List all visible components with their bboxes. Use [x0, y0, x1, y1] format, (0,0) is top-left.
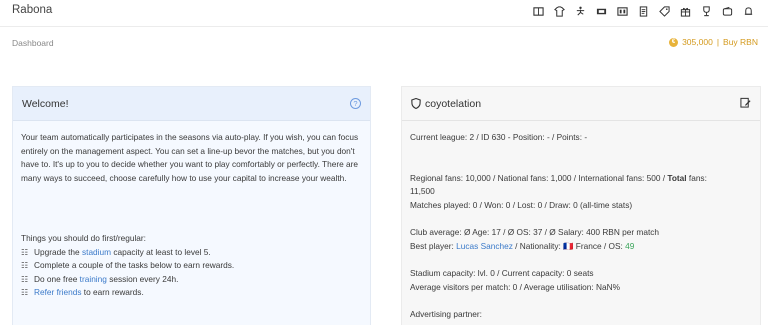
- fans-info: Regional fans: 10,000 / National fans: 1…: [410, 172, 707, 197]
- balance-display: € 305,000 | Buy RBN: [669, 37, 758, 47]
- club-card-header: coyotelation: [402, 87, 760, 121]
- film-icon[interactable]: [615, 4, 630, 18]
- refer-friends-link[interactable]: Refer friends: [34, 287, 82, 297]
- list-item: ☷ Complete a couple of the tasks below t…: [21, 259, 362, 273]
- advertising-info: Advertising partner:: [410, 309, 482, 319]
- kick-icon[interactable]: [573, 4, 588, 18]
- sub-header: Dashboard € 305,000 | Buy RBN: [0, 27, 768, 57]
- club-name: coyotelation: [425, 98, 482, 110]
- list-icon: ☷: [21, 274, 29, 284]
- stadium-link[interactable]: stadium: [82, 247, 111, 257]
- tasks-heading: Things you should do first/regular:: [21, 233, 146, 243]
- matches-info: Matches played: 0 / Won: 0 / Lost: 0 / D…: [410, 199, 633, 210]
- france-flag-icon: 🇫🇷: [563, 240, 574, 251]
- club-card-body: Current league: 2 / ID 630 - Position: -…: [402, 121, 760, 322]
- welcome-card-header: Welcome! ?: [13, 87, 370, 121]
- top-icon-menu: [531, 4, 756, 18]
- task-text: Do one free training session every 24h.: [34, 273, 179, 284]
- visitors-info: Average visitors per match: 0 / Average …: [410, 281, 620, 292]
- buy-rbn-link[interactable]: Buy RBN: [723, 37, 758, 47]
- club-average-info: Club average: Ø Age: 17 / Ø OS: 37 / Ø S…: [410, 227, 660, 237]
- list-item: ☷ Upgrade the stadium capacity at least …: [21, 246, 362, 260]
- welcome-title: Welcome!: [22, 98, 69, 110]
- balance-amount: 305,000: [682, 37, 713, 47]
- shirt-icon[interactable]: [552, 4, 567, 18]
- best-player-link[interactable]: Lucas Sanchez: [456, 241, 513, 251]
- top-navbar: Rabona: [0, 0, 768, 27]
- breadcrumb[interactable]: Dashboard: [12, 38, 54, 48]
- club-card: coyotelation Current league: 2 / ID 630 …: [401, 86, 761, 325]
- task-text: Complete a couple of the tasks below to …: [34, 260, 235, 270]
- list-item: ☷ Refer friends to earn rewards.: [21, 286, 362, 300]
- task-text: Refer friends to earn rewards.: [34, 287, 144, 297]
- training-link[interactable]: training: [80, 274, 107, 284]
- document-icon[interactable]: [636, 4, 651, 18]
- coin-icon: €: [669, 37, 679, 47]
- league-info: Current league: 2 / ID 630 - Position: -…: [410, 132, 588, 142]
- bell-icon[interactable]: [741, 4, 756, 18]
- task-text: Upgrade the stadium capacity at least to…: [34, 246, 211, 257]
- stadium-info: Stadium capacity: lvl. 0 / Current capac…: [410, 268, 594, 278]
- tag-icon[interactable]: [657, 4, 672, 18]
- edit-icon[interactable]: [740, 97, 751, 108]
- gift-icon[interactable]: [678, 4, 693, 18]
- list-icon: ☷: [21, 288, 29, 297]
- help-icon[interactable]: ?: [350, 98, 361, 109]
- list-icon: ☷: [21, 261, 29, 270]
- list-icon: ☷: [21, 247, 29, 257]
- list-item: ☷ Do one free training session every 24h…: [21, 273, 362, 287]
- welcome-card: Welcome! ? Your team automatically parti…: [12, 86, 371, 325]
- wallet-icon[interactable]: [720, 4, 735, 18]
- shield-icon: [411, 98, 421, 109]
- brand-logo[interactable]: Rabona: [12, 4, 52, 16]
- trophy-icon[interactable]: [699, 4, 714, 18]
- welcome-intro-text: Your team automatically participates in …: [21, 132, 359, 183]
- welcome-card-body: Your team automatically participates in …: [13, 121, 370, 300]
- os-value: 49: [625, 240, 635, 251]
- scoreboard-icon[interactable]: [531, 4, 546, 18]
- best-player-info: Best player: Lucas Sanchez / Nationality…: [410, 240, 635, 251]
- balance-separator: |: [716, 37, 720, 47]
- ticket-icon[interactable]: [594, 4, 609, 18]
